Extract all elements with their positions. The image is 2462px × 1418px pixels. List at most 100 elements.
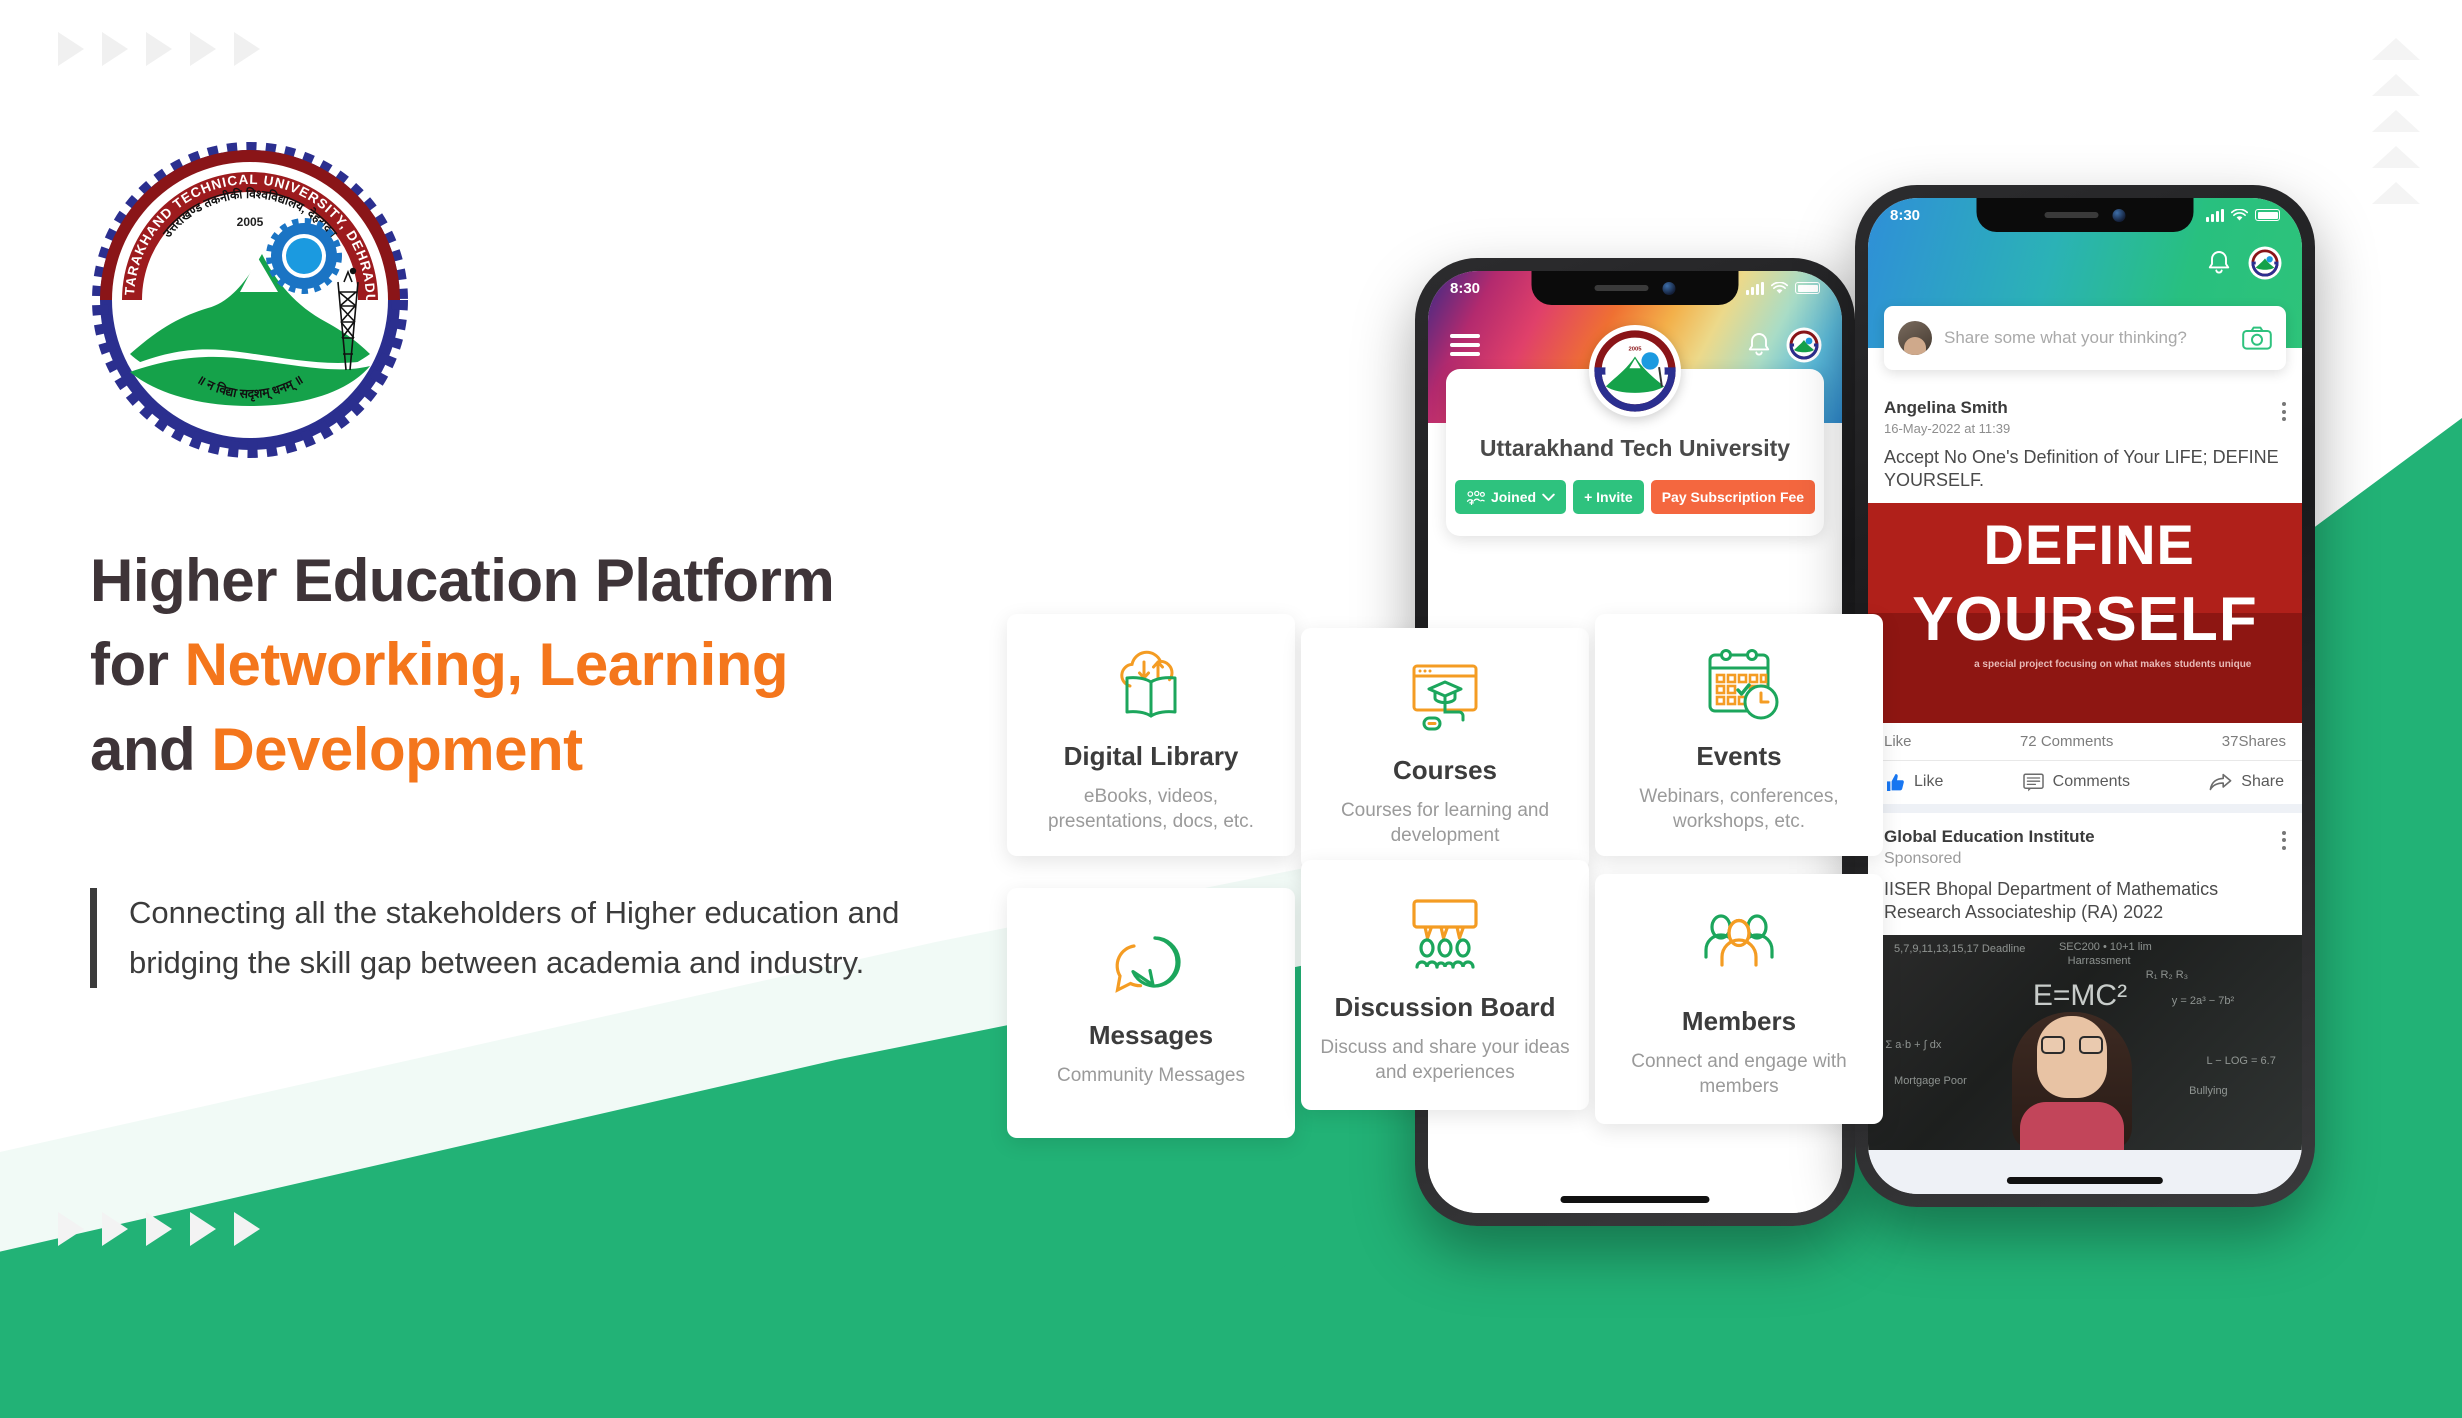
post-composer[interactable]: Share some what your thinking? bbox=[1884, 306, 2286, 370]
pay-subscription-fee-button[interactable]: Pay Subscription Fee bbox=[1650, 480, 1816, 514]
chalk-scribble: L − LOG = 6.7 bbox=[2206, 1054, 2276, 1067]
chalk-scribble: y = 2a³ − 7b² bbox=[2171, 994, 2235, 1007]
chevron-down-icon bbox=[1542, 493, 1555, 501]
post-image-define-yourself: DEFINE YOURSELF a special project focusi… bbox=[1868, 502, 2302, 723]
composer-placeholder: Share some what your thinking? bbox=[1944, 328, 2187, 347]
university-name: Uttarakhand Tech University bbox=[1479, 435, 1791, 461]
chat-bubbles-icon bbox=[1105, 914, 1197, 1010]
post-actions-row: Like Comments Share bbox=[1868, 759, 2302, 804]
invite-button[interactable]: + Invite bbox=[1573, 480, 1644, 514]
share-button-label: Share bbox=[2241, 773, 2284, 791]
headline-line-3-plain: and bbox=[90, 715, 212, 783]
university-avatar-icon[interactable] bbox=[2250, 248, 2280, 278]
phone2-body: 8:30 Share some what your thinking? Ange… bbox=[1855, 185, 2315, 1207]
calendar-clock-icon bbox=[1693, 640, 1785, 731]
post-image-chalkboard: 5,7,9,11,13,15,17 Deadline SEC200 • 10+1… bbox=[1868, 934, 2302, 1150]
headline-line-1: Higher Education Platform bbox=[90, 547, 835, 614]
post-comment-count[interactable]: 72 Comments bbox=[2020, 733, 2113, 750]
university-avatar-icon[interactable] bbox=[1788, 329, 1820, 361]
kebab-menu-icon[interactable] bbox=[2282, 398, 2286, 421]
chalk-scribble: Harrassment bbox=[2067, 954, 2131, 967]
bell-icon[interactable] bbox=[1746, 331, 1772, 359]
feature-card-desc: Connect and engage with members bbox=[1631, 1051, 1847, 1098]
signal-icon bbox=[1746, 281, 1764, 295]
post-author-block: Angelina Smith 16-May-2022 at 11:39 bbox=[1884, 398, 2010, 436]
glasses-icon bbox=[2040, 1035, 2103, 1054]
feature-card-discussion-board[interactable]: Discussion Board Discuss and share your … bbox=[1301, 860, 1589, 1110]
status-time: 8:30 bbox=[1450, 279, 1481, 297]
triangle-up-icon bbox=[2372, 182, 2420, 204]
front-camera-icon bbox=[2112, 208, 2126, 222]
triangle-up-icon bbox=[2372, 74, 2420, 96]
chalk-scribble: 5,7,9,11,13,15,17 Deadline bbox=[1894, 942, 2026, 955]
post-stats-row: Like 72 Comments 37Shares bbox=[1868, 723, 2302, 760]
hero-left-column: UTTARAKHAND TECHNICAL UNIVERSITY, DEHRAD… bbox=[90, 0, 1090, 1418]
hamburger-menu-icon[interactable] bbox=[1450, 334, 1480, 356]
feature-card-title: Events bbox=[1696, 740, 1782, 771]
joined-button[interactable]: Joined bbox=[1454, 480, 1567, 514]
wifi-icon bbox=[2231, 208, 2248, 220]
chalk-scribble: Bullying bbox=[2189, 1084, 2228, 1097]
phone1-university-card: 2005 Uttarakhand Tech University Joined … bbox=[1446, 325, 1824, 536]
decor-triangles-right bbox=[2372, 38, 2420, 204]
post-timestamp: 16-May-2022 at 11:39 bbox=[1884, 421, 2011, 436]
cloud-book-icon bbox=[1106, 640, 1196, 731]
avatar-logo-glyph bbox=[2251, 249, 2279, 277]
headline-line-2-plain: for bbox=[90, 631, 185, 699]
feed-post[interactable]: Angelina Smith 16-May-2022 at 11:39 Acce… bbox=[1868, 384, 2302, 804]
feature-card-messages[interactable]: Messages Community Messages bbox=[1007, 888, 1295, 1138]
hero-quote-text: Connecting all the stakeholders of Highe… bbox=[129, 895, 900, 981]
members-group-icon bbox=[1693, 900, 1785, 996]
triangle-right-icon bbox=[58, 1212, 84, 1246]
phone2-app-bar bbox=[2206, 248, 2280, 278]
earpiece-speaker bbox=[2044, 212, 2099, 218]
share-button[interactable]: Share bbox=[2209, 773, 2284, 791]
feature-card-digital-library[interactable]: Digital Library eBooks, videos, presenta… bbox=[1007, 614, 1295, 856]
post-header: Global Education Institute Sponsored bbox=[1868, 813, 2302, 876]
kebab-menu-icon[interactable] bbox=[2282, 827, 2286, 850]
feature-card-desc: Discuss and share your ideas and experie… bbox=[1320, 1037, 1570, 1084]
chalk-scribble: Mortgage Poor bbox=[1894, 1074, 1967, 1087]
triangle-up-icon bbox=[2372, 38, 2420, 60]
feature-card-events[interactable]: Events Webinars, conferences, workshops,… bbox=[1595, 614, 1883, 856]
phone-mockup-feed: 8:30 Share some what your thinking? Ange… bbox=[1855, 185, 2315, 1207]
headline-line-3: and Development bbox=[90, 715, 1050, 783]
banner-word-2: YOURSELF bbox=[1912, 584, 2258, 654]
feature-card-title: Courses bbox=[1392, 754, 1498, 785]
university-logo-icon: UTTARAKHAND TECHNICAL UNIVERSITY, DEHRAD… bbox=[90, 140, 408, 458]
front-camera-icon bbox=[1662, 281, 1676, 295]
status-indicators bbox=[1746, 281, 1820, 295]
feature-card-title: Messages bbox=[1088, 1020, 1214, 1050]
feature-card-desc: Webinars, conferences, workshops, etc. bbox=[1639, 785, 1839, 832]
comments-button-label: Comments bbox=[2052, 773, 2130, 791]
feature-card-desc: eBooks, videos, presentations, docs, etc… bbox=[1048, 785, 1254, 832]
thumbs-up-icon bbox=[1887, 773, 1904, 791]
post-author-name: Global Education Institute bbox=[1884, 826, 2095, 846]
comments-button[interactable]: Comments bbox=[2022, 773, 2130, 792]
status-time: 8:30 bbox=[1890, 206, 1921, 224]
feed-list[interactable]: Angelina Smith 16-May-2022 at 11:39 Acce… bbox=[1868, 384, 2302, 1194]
camera-icon[interactable] bbox=[2242, 326, 2272, 350]
like-button[interactable]: Like bbox=[1886, 773, 1943, 792]
like-button-label: Like bbox=[1914, 773, 1944, 791]
chalk-scribble: Σ a·b + ∫ dx bbox=[1885, 1038, 1942, 1051]
triangle-right-icon bbox=[58, 32, 84, 66]
post-like-count: Like bbox=[1884, 732, 1912, 750]
current-user-avatar bbox=[1898, 321, 1932, 355]
feature-card-members[interactable]: Members Connect and engage with members bbox=[1595, 874, 1883, 1124]
post-body-text: IISER Bhopal Department of Mathematics R… bbox=[1884, 878, 2219, 923]
feed-post-sponsored[interactable]: Global Education Institute Sponsored IIS… bbox=[1868, 812, 2302, 1150]
status-indicators bbox=[2206, 208, 2280, 222]
feature-card-desc: Community Messages bbox=[1057, 1065, 1245, 1086]
phone1-notch bbox=[1531, 271, 1739, 305]
post-share-count[interactable]: 37Shares bbox=[2222, 733, 2286, 750]
phone1-app-bar-right bbox=[1746, 329, 1820, 361]
bell-icon[interactable] bbox=[2206, 249, 2232, 277]
group-add-icon bbox=[1466, 490, 1485, 505]
joined-button-label: Joined bbox=[1490, 489, 1537, 505]
phone1-app-bar bbox=[1428, 315, 1842, 375]
wifi-icon bbox=[1771, 281, 1788, 293]
feature-card-courses[interactable]: Courses Courses for learning and develop… bbox=[1301, 628, 1589, 870]
feature-card-title: Discussion Board bbox=[1334, 992, 1556, 1022]
headline-line-3-accent: Development bbox=[211, 715, 583, 783]
